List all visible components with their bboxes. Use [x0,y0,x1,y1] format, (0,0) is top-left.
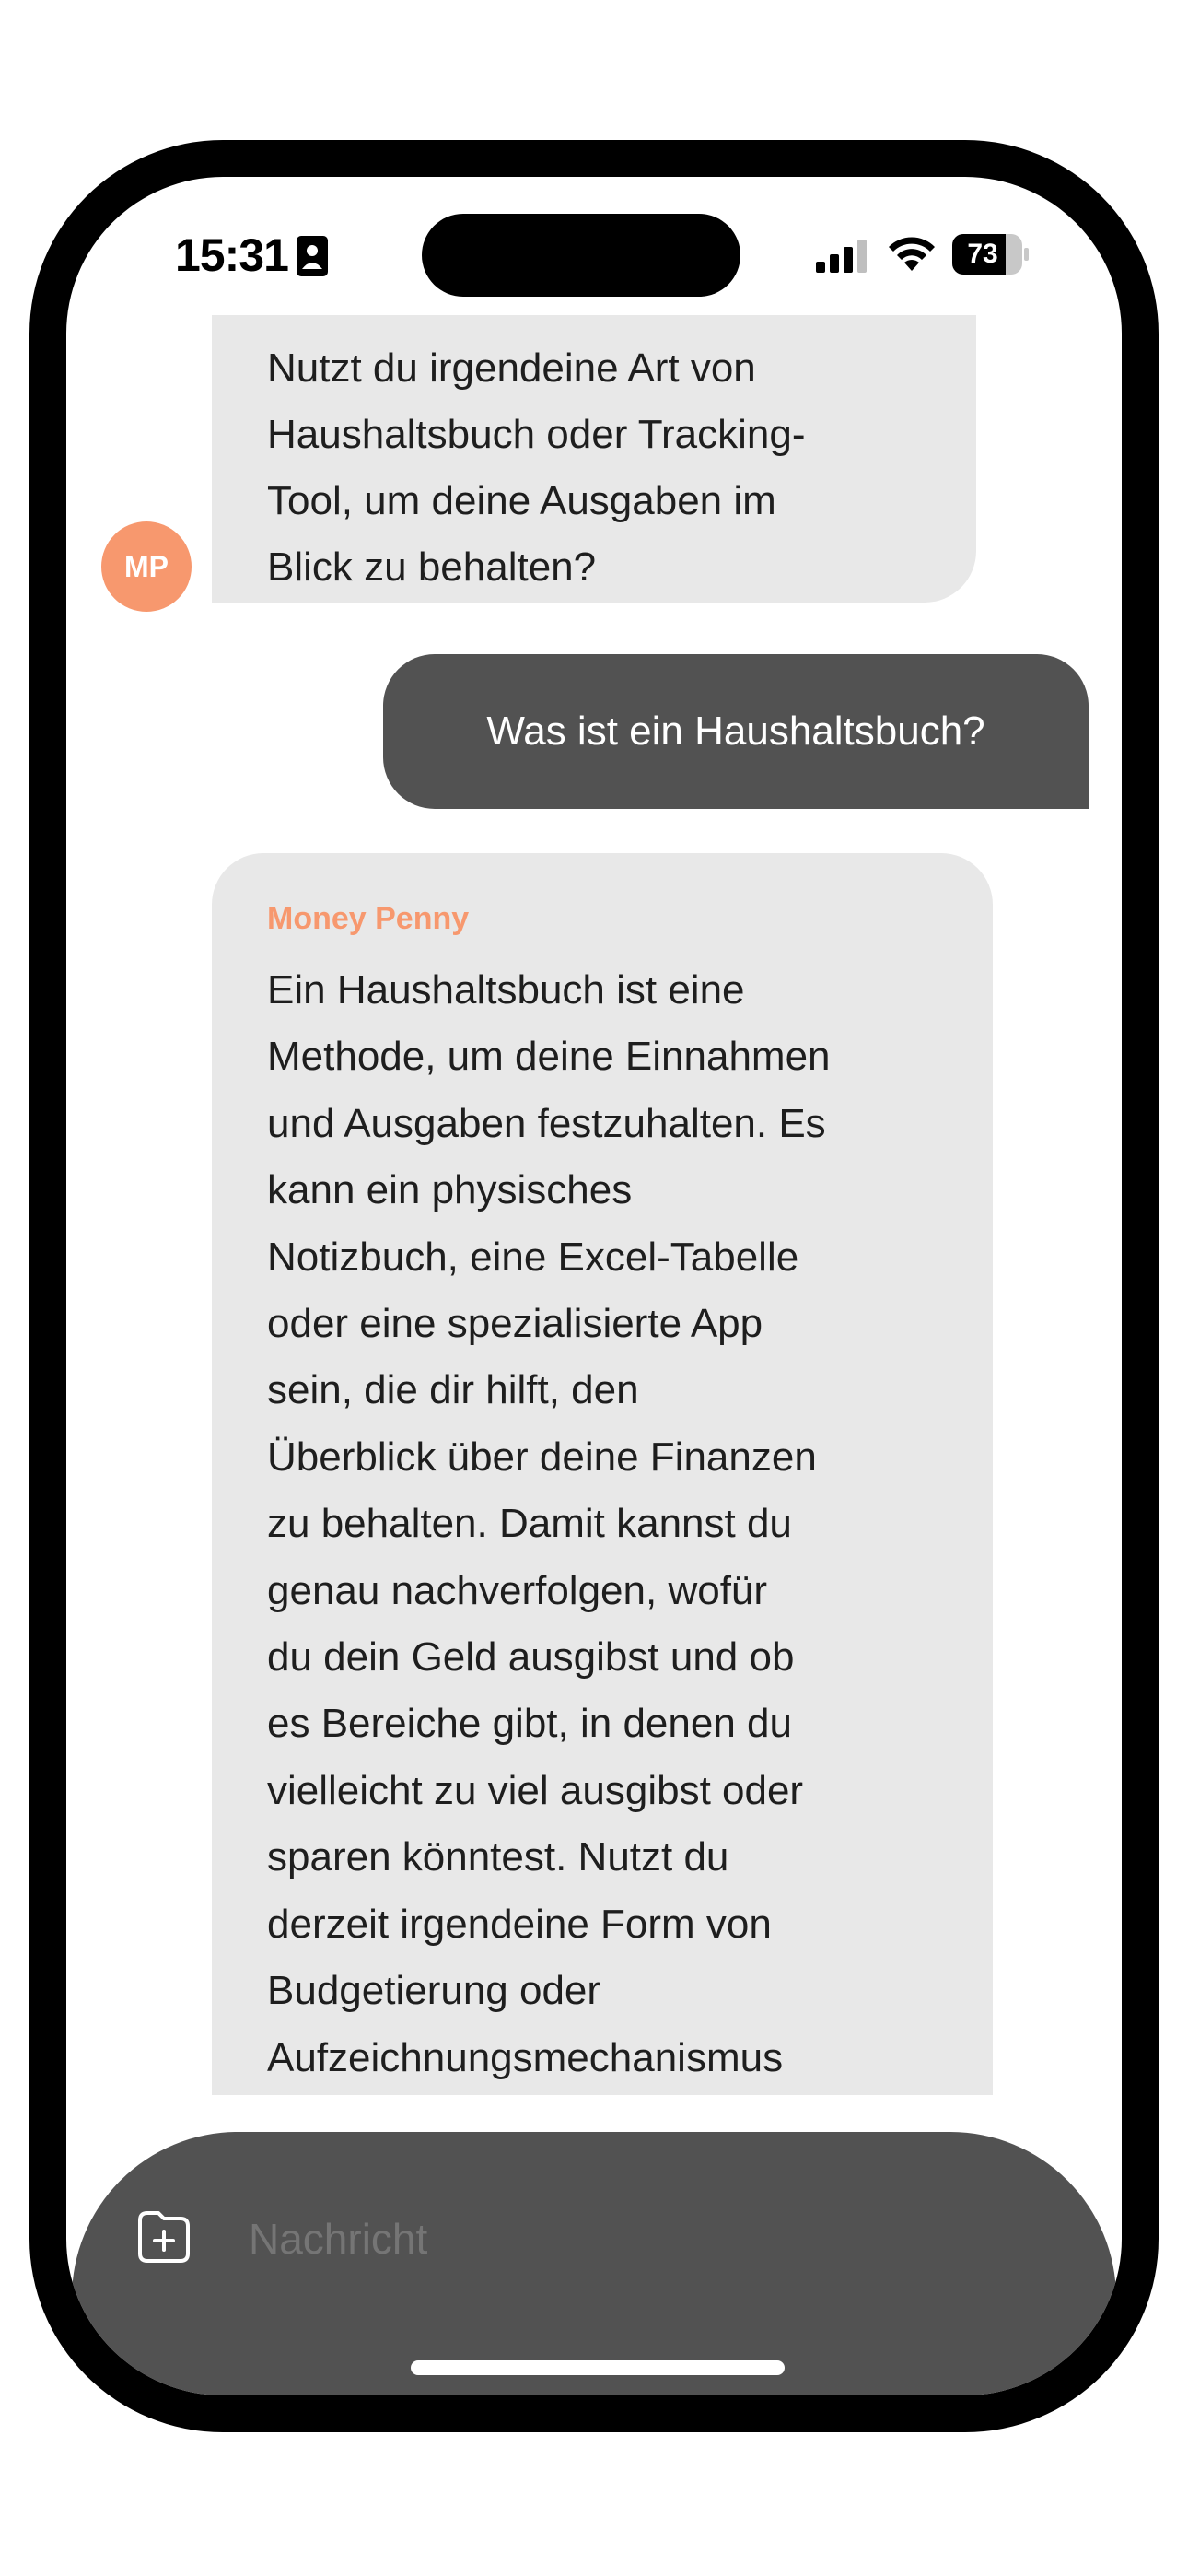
home-indicator[interactable] [411,2360,785,2375]
avatar[interactable]: MP [101,521,192,612]
message-text: Nutzt du irgendeine Art von Haushaltsbuc… [267,345,806,590]
wifi-icon [889,237,935,271]
message-text: Ein Haushaltsbuch ist eine Methode, um d… [267,967,831,2080]
bot-message: Money Penny Ein Haushaltsbuch ist eine M… [212,853,993,2095]
focus-mode-icon [297,236,328,276]
dynamic-island [422,214,740,297]
battery-level: 73 [967,239,998,269]
status-time: 15:31 [175,229,289,281]
add-attachment-icon[interactable] [134,2207,193,2266]
message-input[interactable] [249,2202,985,2276]
signal-icon [816,240,867,273]
bot-message-previous: Nutzt du irgendeine Art von Haushaltsbuc… [212,315,976,603]
phone-screen: 15:31 73 Nutzt du irgendeine Art von Hau… [66,177,1122,2395]
message-composer [72,2132,1116,2395]
sender-name: Money Penny [267,901,470,936]
user-message: Was ist ein Haushaltsbuch? [383,654,1089,809]
